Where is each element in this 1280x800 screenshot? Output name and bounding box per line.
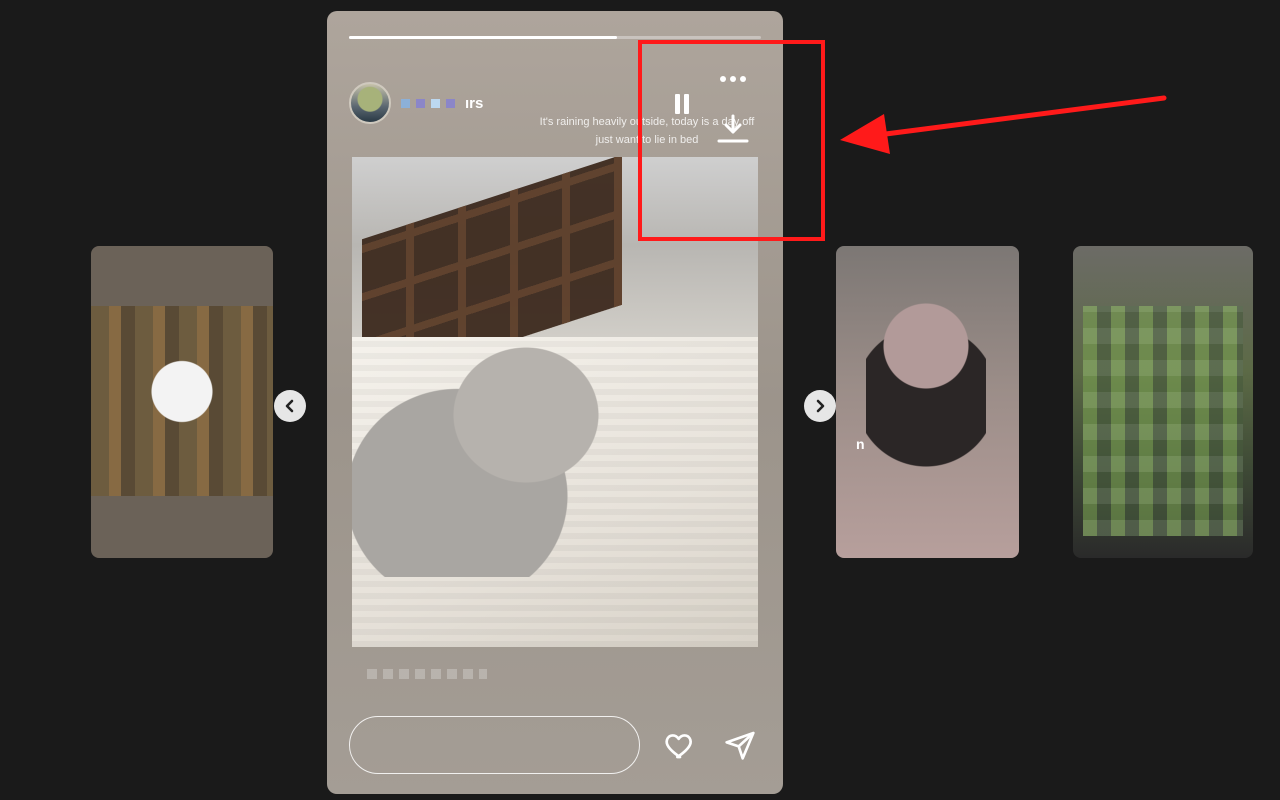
- username-pixel: [431, 98, 440, 108]
- reply-input[interactable]: [349, 716, 640, 774]
- story-progress-fill: [349, 36, 617, 39]
- avatar[interactable]: [349, 82, 391, 124]
- pixelated-subcaption: [367, 669, 487, 679]
- heart-icon: [665, 734, 692, 759]
- username-pixel: [446, 98, 455, 108]
- username-pixel: [416, 98, 425, 108]
- story-footer: [349, 716, 761, 774]
- story-progress-bar: [349, 36, 761, 39]
- chevron-right-icon: [816, 399, 825, 413]
- prev-story-image: [91, 306, 273, 496]
- username-text: ırs: [465, 94, 484, 112]
- photo-kitten: [352, 307, 652, 577]
- next-story-button[interactable]: [804, 390, 836, 422]
- chevron-left-icon: [285, 399, 294, 413]
- next-story-image: [866, 276, 986, 476]
- upcoming-story-image: [1083, 306, 1243, 536]
- next-story-caption: n: [856, 436, 865, 452]
- username-pixel: [401, 98, 410, 108]
- upcoming-story-preview[interactable]: [1073, 246, 1253, 558]
- annotation-highlight-box: [638, 40, 825, 241]
- prev-story-preview[interactable]: [91, 246, 273, 558]
- prev-story-button[interactable]: [274, 390, 306, 422]
- username[interactable]: ırs: [401, 95, 483, 112]
- annotation-arrow-icon: [840, 95, 1167, 154]
- story-header: ırs: [349, 81, 483, 125]
- next-story-preview[interactable]: n: [836, 246, 1019, 558]
- share-button[interactable]: [720, 725, 760, 765]
- like-button[interactable]: [660, 725, 700, 765]
- send-icon: [725, 731, 755, 760]
